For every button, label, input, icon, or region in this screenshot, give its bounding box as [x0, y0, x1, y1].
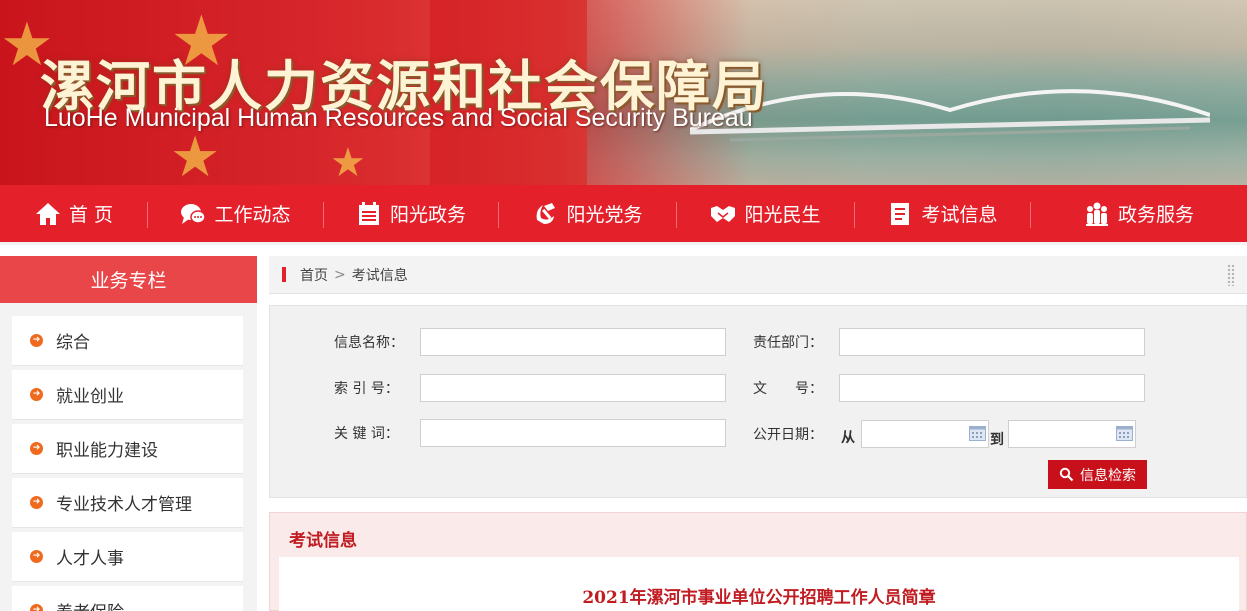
index-no-label: 索 引 号：: [334, 381, 399, 397]
breadcrumb-marker: [282, 267, 286, 282]
sidebar-item-label: 职业能力建设: [56, 441, 158, 461]
date-from-field: [861, 420, 989, 448]
date-from-label: 从: [841, 430, 855, 446]
party-emblem-icon: [531, 200, 559, 228]
arrow-bullet-icon: ➜: [30, 550, 43, 563]
nav-label: 政务服务: [1117, 204, 1194, 226]
breadcrumb-home-link[interactable]: 首页: [300, 265, 328, 285]
arrow-bullet-icon: ➜: [30, 388, 43, 401]
sidebar-item-talent-personnel[interactable]: ➜ 人才人事: [12, 532, 243, 582]
arrow-bullet-icon: ➜: [30, 604, 43, 611]
exam-article-title-link[interactable]: 2021年漯河市事业单位公开招聘工作人员简章: [279, 583, 1239, 608]
chat-icon: [179, 200, 207, 228]
search-row-info-name: 信息名称：: [334, 328, 726, 356]
sidebar-item-label: 专业技术人才管理: [56, 495, 192, 515]
star-decoration-icon: ★: [330, 140, 366, 185]
sidebar-item-label: 就业创业: [56, 387, 124, 407]
keyword-input[interactable]: [420, 419, 726, 447]
breadcrumb-current: 考试信息: [351, 267, 408, 284]
search-row-dept: 责任部门：: [753, 328, 1145, 356]
calendar-picker-icon[interactable]: [969, 426, 986, 441]
sidebar-item-general[interactable]: ➜ 综合: [12, 316, 243, 366]
exam-section-title: 考试信息: [289, 531, 357, 551]
dept-label: 责任部门：: [753, 335, 823, 351]
nav-government-services[interactable]: 政务服务: [1030, 185, 1247, 242]
grip-dots-icon: [1227, 264, 1235, 286]
people-icon: [1083, 200, 1111, 228]
nav-label: 阳光政务: [389, 204, 466, 226]
nav-sunshine-government[interactable]: 阳光政务: [323, 185, 498, 242]
date-to-label: 到: [990, 432, 1004, 448]
info-search-button[interactable]: 信息检索: [1048, 460, 1147, 489]
dept-input[interactable]: [839, 328, 1145, 356]
nav-label: 阳光民生: [744, 204, 821, 226]
publish-date-label: 公开日期：: [753, 427, 823, 443]
nav-label: 考试信息: [921, 204, 998, 226]
star-decoration-icon: ★: [170, 125, 221, 185]
index-no-input[interactable]: [420, 374, 726, 402]
search-row-keyword: 关 键 词：: [334, 419, 726, 447]
sidebar-title: 业务专栏: [0, 256, 257, 303]
sidebar-item-label: 养老保险: [56, 598, 124, 611]
doc-no-label: 文 号：: [753, 381, 823, 397]
nav-label: 工作动态: [214, 204, 291, 226]
sidebar-item-vocational-ability[interactable]: ➜ 职业能力建设: [12, 424, 243, 474]
info-search-panel: 信息名称： 责任部门： 索 引 号： 文 号： 关 键 词： 公开日期： 从 到: [269, 305, 1247, 498]
exam-article-area: 2021年漯河市事业单位公开招聘工作人员简章: [279, 557, 1239, 611]
main-nav: 首 页 工作动态 阳光政务 阳光党务 阳光民生 考试信息 政务服务: [0, 185, 1247, 245]
nav-home[interactable]: 首 页: [0, 185, 147, 242]
nav-work-news[interactable]: 工作动态: [147, 185, 323, 242]
handshake-icon: [709, 200, 737, 228]
nav-sunshine-livelihood[interactable]: 阳光民生: [676, 185, 854, 242]
nav-label: 阳光党务: [566, 204, 643, 226]
bridge-illustration: [690, 89, 1210, 142]
arrow-bullet-icon: ➜: [30, 496, 43, 509]
nav-sunshine-party[interactable]: 阳光党务: [498, 185, 676, 242]
nav-exam-info[interactable]: 考试信息: [854, 185, 1030, 242]
breadcrumb: 首页 > 考试信息: [269, 256, 1247, 294]
sidebar-item-professional-talent[interactable]: ➜ 专业技术人才管理: [12, 478, 243, 528]
arrow-bullet-icon: ➜: [30, 334, 43, 347]
search-button-label: 信息检索: [1080, 467, 1136, 484]
doc-no-input[interactable]: [839, 374, 1145, 402]
sidebar-item-employment[interactable]: ➜ 就业创业: [12, 370, 243, 420]
sidebar-item-label: 人才人事: [56, 549, 124, 569]
site-title-english: LuoHe Municipal Human Resources and Soci…: [44, 104, 753, 132]
sidebar-item-label: 综合: [56, 333, 90, 353]
date-to-field: [1008, 420, 1136, 448]
arrow-bullet-icon: ➜: [30, 442, 43, 455]
keyword-label: 关 键 词：: [334, 426, 399, 442]
calendar-icon: [355, 200, 383, 228]
search-row-index: 索 引 号：: [334, 374, 726, 402]
sidebar-list: ➜ 综合 ➜ 就业创业 ➜ 职业能力建设 ➜ 专业技术人才管理 ➜ 人才人事 ➜…: [0, 303, 257, 611]
home-icon: [34, 200, 62, 228]
search-row-date: 公开日期： 从 到: [753, 419, 1136, 449]
site-banner: ★ ★ ★ ★ 漯河市人力资源和社会保障局 LuoHe Municipal Hu…: [0, 0, 1247, 185]
breadcrumb-separator: >: [334, 266, 346, 283]
exam-info-panel: 考试信息 2021年漯河市事业单位公开招聘工作人员简章: [269, 512, 1247, 611]
calendar-picker-icon[interactable]: [1116, 426, 1133, 441]
business-sidebar: 业务专栏 ➜ 综合 ➜ 就业创业 ➜ 职业能力建设 ➜ 专业技术人才管理 ➜ 人…: [0, 256, 257, 611]
search-row-doc-no: 文 号：: [753, 374, 1145, 402]
sidebar-item-pension-insurance[interactable]: ➜ 养老保险: [12, 586, 243, 611]
info-name-label: 信息名称：: [334, 335, 404, 351]
info-name-input[interactable]: [420, 328, 726, 356]
document-icon: [886, 200, 914, 228]
nav-label: 首 页: [68, 204, 114, 226]
search-icon: [1059, 467, 1074, 482]
